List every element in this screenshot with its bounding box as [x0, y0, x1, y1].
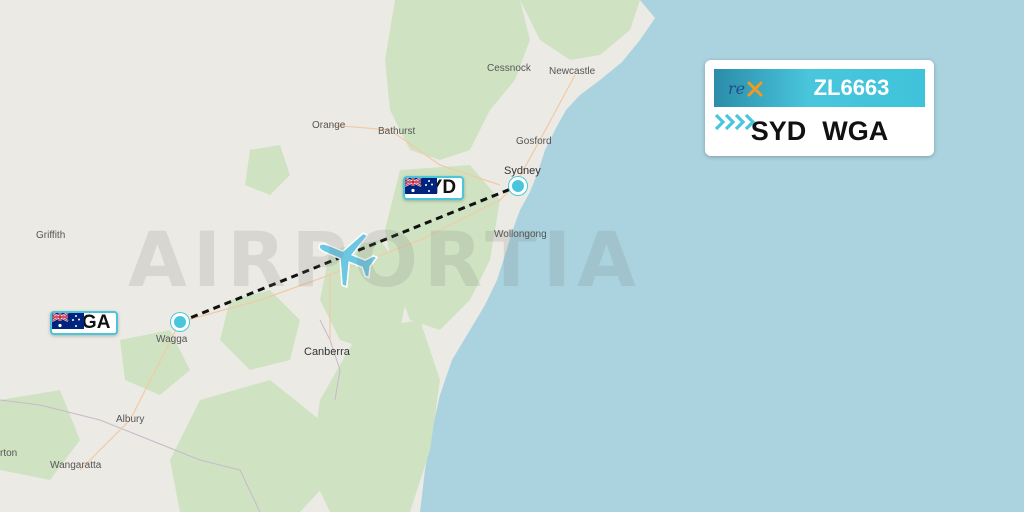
destination-airport-marker[interactable]: [171, 313, 189, 331]
route-from: SYD: [750, 115, 807, 146]
town-label: Sydney: [504, 165, 541, 177]
town-label: Griffith: [36, 230, 66, 241]
svg-text:re: re: [728, 79, 745, 98]
watermark: AIRPORTIA: [128, 215, 642, 304]
town-label: Bathurst: [378, 126, 416, 137]
rex-logo-icon: re: [714, 69, 778, 107]
town-label: rton: [0, 448, 18, 459]
town-label: Newcastle: [549, 66, 596, 77]
town-label: Orange: [312, 120, 346, 131]
town-label: Cessnock: [487, 63, 531, 74]
australia-flag-icon: [52, 313, 84, 329]
map-canvas[interactable]: AIRPORTIA Cessnock Newcastle Orange Bath…: [0, 0, 1024, 512]
flight-number: ZL6663: [813, 75, 890, 100]
town-label: Wagga: [156, 334, 188, 345]
australia-flag-icon: [405, 178, 437, 194]
town-label: Canberra: [304, 346, 350, 358]
town-label: Wollongong: [494, 229, 547, 240]
flight-route: SYD WGA: [714, 112, 925, 150]
town-label: Wangaratta: [50, 460, 102, 471]
flight-info-card[interactable]: re ZL6663 SYD WGA: [705, 60, 934, 156]
town-label: Albury: [116, 414, 145, 425]
destination-airport-label[interactable]: WGA: [50, 311, 119, 335]
origin-airport-marker[interactable]: [509, 177, 527, 195]
route-to: WGA: [822, 115, 889, 146]
origin-airport-label[interactable]: SYD: [403, 176, 465, 200]
flight-header: re ZL6663: [714, 69, 925, 107]
town-label: Gosford: [516, 136, 552, 147]
